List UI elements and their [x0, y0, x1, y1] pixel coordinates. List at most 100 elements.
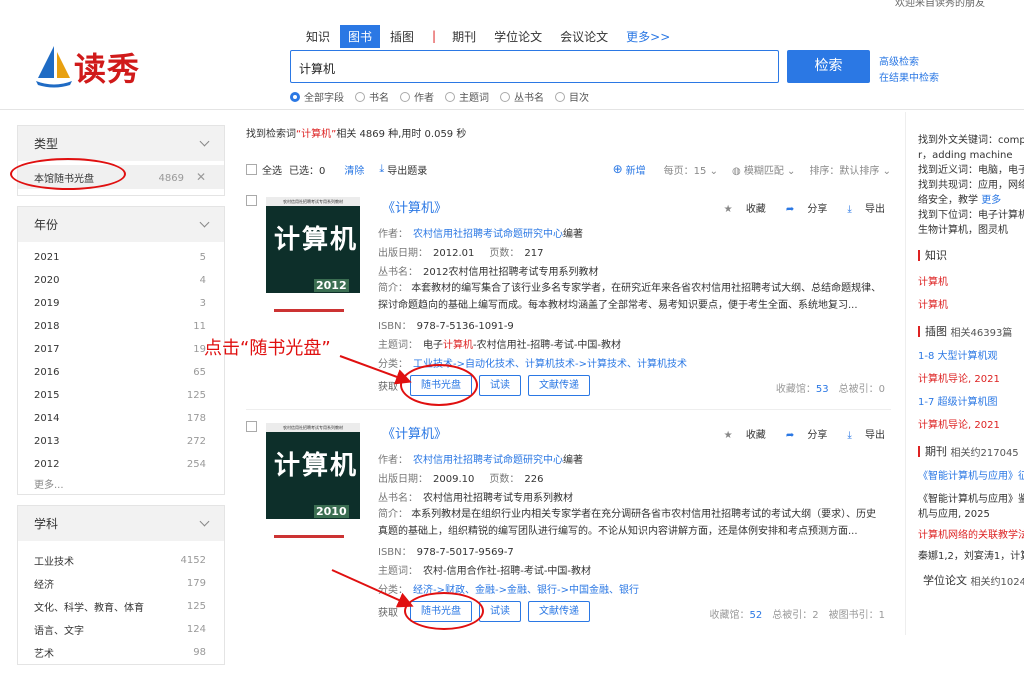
journal-link[interactable]: 计算机网络的关联教学法: [918, 526, 1024, 541]
journal-line: 机与应用, 2025: [918, 509, 990, 520]
highlight-circle: [10, 158, 126, 190]
author-row: 作者： 农村信用社招聘考试命题研究中心编著: [378, 455, 583, 466]
author-row: 作者： 农村信用社招聘考试命题研究中心编著: [378, 229, 583, 240]
knowledge-section-title: 知识: [918, 247, 1024, 263]
filter-year-item[interactable]: 2018 11: [18, 315, 224, 338]
field-option-all[interactable]: 全部字段: [290, 89, 344, 104]
advanced-search-link[interactable]: 高级检索: [879, 53, 919, 68]
filter-year-item[interactable]: 2012 254: [18, 453, 224, 476]
add-button[interactable]: ⊕ 新增: [613, 162, 646, 177]
item-checkbox[interactable]: [246, 195, 257, 206]
related-more-link[interactable]: 更多: [981, 195, 1001, 206]
field-option-subject[interactable]: 主题词: [445, 89, 489, 104]
filter-subject-header[interactable]: 学科: [18, 506, 224, 541]
search-input[interactable]: 计算机: [290, 50, 779, 83]
clear-link[interactable]: 清除: [344, 162, 364, 177]
field-option-author[interactable]: 作者: [400, 89, 434, 104]
book-cover-image[interactable]: 农村信用社招聘考试专用系列教材 计算机 2012: [266, 197, 360, 325]
figure-source[interactable]: 计算机导论, 2021: [918, 416, 1024, 431]
field-option-title[interactable]: 书名: [355, 89, 389, 104]
author-link[interactable]: 农村信用社招聘考试命题研究中心: [413, 229, 563, 240]
document-delivery-button[interactable]: 文献传递: [528, 375, 590, 396]
filter-year-item[interactable]: 2020 4: [18, 269, 224, 292]
knowledge-link[interactable]: 计算机: [918, 273, 1024, 288]
sailboat-icon: [36, 46, 72, 88]
share-button[interactable]: ➦ 分享: [776, 426, 828, 441]
book-title-link[interactable]: 《计算机》: [382, 197, 447, 216]
star-icon: ★: [723, 430, 733, 441]
logo[interactable]: 读秀: [36, 42, 146, 90]
filter-year-item[interactable]: 2014 178: [18, 407, 224, 430]
chevron-down-icon: [199, 516, 210, 527]
tab-conference[interactable]: 会议论文: [552, 25, 616, 48]
filter-subject-item[interactable]: 语言、文字 124: [18, 618, 224, 641]
year-more-link[interactable]: 更多...: [18, 476, 224, 494]
book-title-link[interactable]: 《计算机》: [382, 423, 447, 442]
filter-year-item[interactable]: 2019 3: [18, 292, 224, 315]
favorite-button[interactable]: ★ 收藏: [714, 426, 766, 441]
search-in-results-link[interactable]: 在结果中检索: [879, 69, 939, 84]
fuzzy-icon: ◍: [731, 165, 744, 177]
fuzzy-match-toggle[interactable]: ◍ 模糊匹配 ⌄: [732, 162, 795, 177]
figure-link[interactable]: 1-8 大型计算机观: [918, 347, 1024, 362]
filter-year-header[interactable]: 年份: [18, 207, 224, 242]
journal-line[interactable]: 《智能计算机与应用》鉴: [918, 490, 1024, 505]
tab-more[interactable]: 更多>>: [618, 25, 678, 48]
related-line: 找到外文关键词：comp: [918, 135, 1024, 146]
column-divider: [905, 112, 906, 635]
related-line: r，adding machine: [918, 150, 1013, 161]
result-item: 农村信用社招聘考试专用系列教材 计算机 2010 《计算机》 ★ 收藏 ➦ 分享…: [246, 417, 891, 629]
share-button[interactable]: ➦ 分享: [776, 200, 828, 215]
filter-subject-item[interactable]: 文化、科学、教育、体育 125: [18, 595, 224, 618]
filter-year-item[interactable]: 2021 5: [18, 246, 224, 269]
export-button[interactable]: ⤓ 导出题录: [379, 162, 427, 177]
filter-year-item[interactable]: 2015 125: [18, 384, 224, 407]
isbn-row: ISBN： 978-7-5136-1091-9: [378, 321, 514, 332]
date-row: 出版日期： 2012.01 页数： 217: [378, 248, 544, 259]
filter-subject-item[interactable]: 经济 179: [18, 572, 224, 595]
trial-read-button[interactable]: 试读: [479, 375, 521, 396]
trial-read-button[interactable]: 试读: [479, 601, 521, 622]
field-option-series[interactable]: 丛书名: [500, 89, 544, 104]
radio-selected-icon: [290, 91, 300, 102]
filter-year-item[interactable]: 2016 65: [18, 361, 224, 384]
related-line: 络安全，教学 更多: [918, 195, 1002, 206]
document-delivery-button[interactable]: 文献传递: [528, 601, 590, 622]
radio-icon: [445, 91, 455, 102]
search-button[interactable]: 检索: [787, 50, 870, 83]
field-option-toc[interactable]: 目次: [555, 89, 589, 104]
field-options: 全部字段 书名 作者 主题词 丛书名 目次: [290, 89, 600, 104]
related-line: 找到共现词：应用，网络: [918, 180, 1024, 191]
chevron-down-icon: [199, 217, 210, 228]
knowledge-link[interactable]: 计算机: [918, 296, 1024, 311]
favorite-button[interactable]: ★ 收藏: [714, 200, 766, 215]
annotation-text: 点击“随书光盘”: [204, 338, 331, 359]
tab-figures[interactable]: 插图: [382, 25, 422, 48]
filter-subject-panel: 学科 工业技术 4152 经济 179 文化、科学、教育、体育 125 语言、文字 12…: [17, 505, 225, 665]
export-item-button[interactable]: ⤓ 导出: [837, 426, 885, 441]
author-link[interactable]: 农村信用社招聘考试命题研究中心: [413, 455, 563, 466]
item-checkbox[interactable]: [246, 421, 257, 432]
filter-year-item[interactable]: 2013 272: [18, 430, 224, 453]
tab-knowledge[interactable]: 知识: [298, 25, 338, 48]
journal-link[interactable]: 《智能计算机与应用》征: [918, 467, 1024, 482]
figure-source[interactable]: 计算机导论, 2021: [918, 370, 1024, 385]
per-page-select[interactable]: 每页：15 ⌄: [664, 162, 718, 177]
close-icon[interactable]: ✕: [196, 170, 206, 184]
select-all-checkbox[interactable]: [246, 163, 257, 175]
tab-books[interactable]: 图书: [340, 24, 381, 48]
item-stats: 收藏馆：53 总被引：0: [775, 384, 885, 395]
book-cover-image[interactable]: 农村信用社招聘考试专用系列教材 计算机 2010: [266, 423, 360, 551]
filter-subject-item[interactable]: 艺术 98: [18, 641, 224, 664]
sort-select[interactable]: 排序：默认排序 ⌄: [809, 162, 891, 177]
export-item-button[interactable]: ⤓ 导出: [837, 200, 885, 215]
filter-type-header[interactable]: 类型: [18, 126, 224, 161]
filter-subject-item[interactable]: 工业技术 4152: [18, 549, 224, 572]
thesis-section-title: 学位论文 相关约1024: [923, 574, 1024, 588]
select-all-label[interactable]: 全选: [262, 162, 282, 177]
filter-year-item[interactable]: 2017 19: [18, 338, 224, 361]
filter-sidebar: 类型 本馆随书光盘 4869 ✕ 年份 2021 5 2020 4 2019 3 201…: [17, 125, 225, 675]
tab-journals[interactable]: 期刊: [444, 25, 484, 48]
tab-thesis[interactable]: 学位论文: [486, 25, 550, 48]
figure-link[interactable]: 1-7 超级计算机图: [918, 393, 1024, 408]
